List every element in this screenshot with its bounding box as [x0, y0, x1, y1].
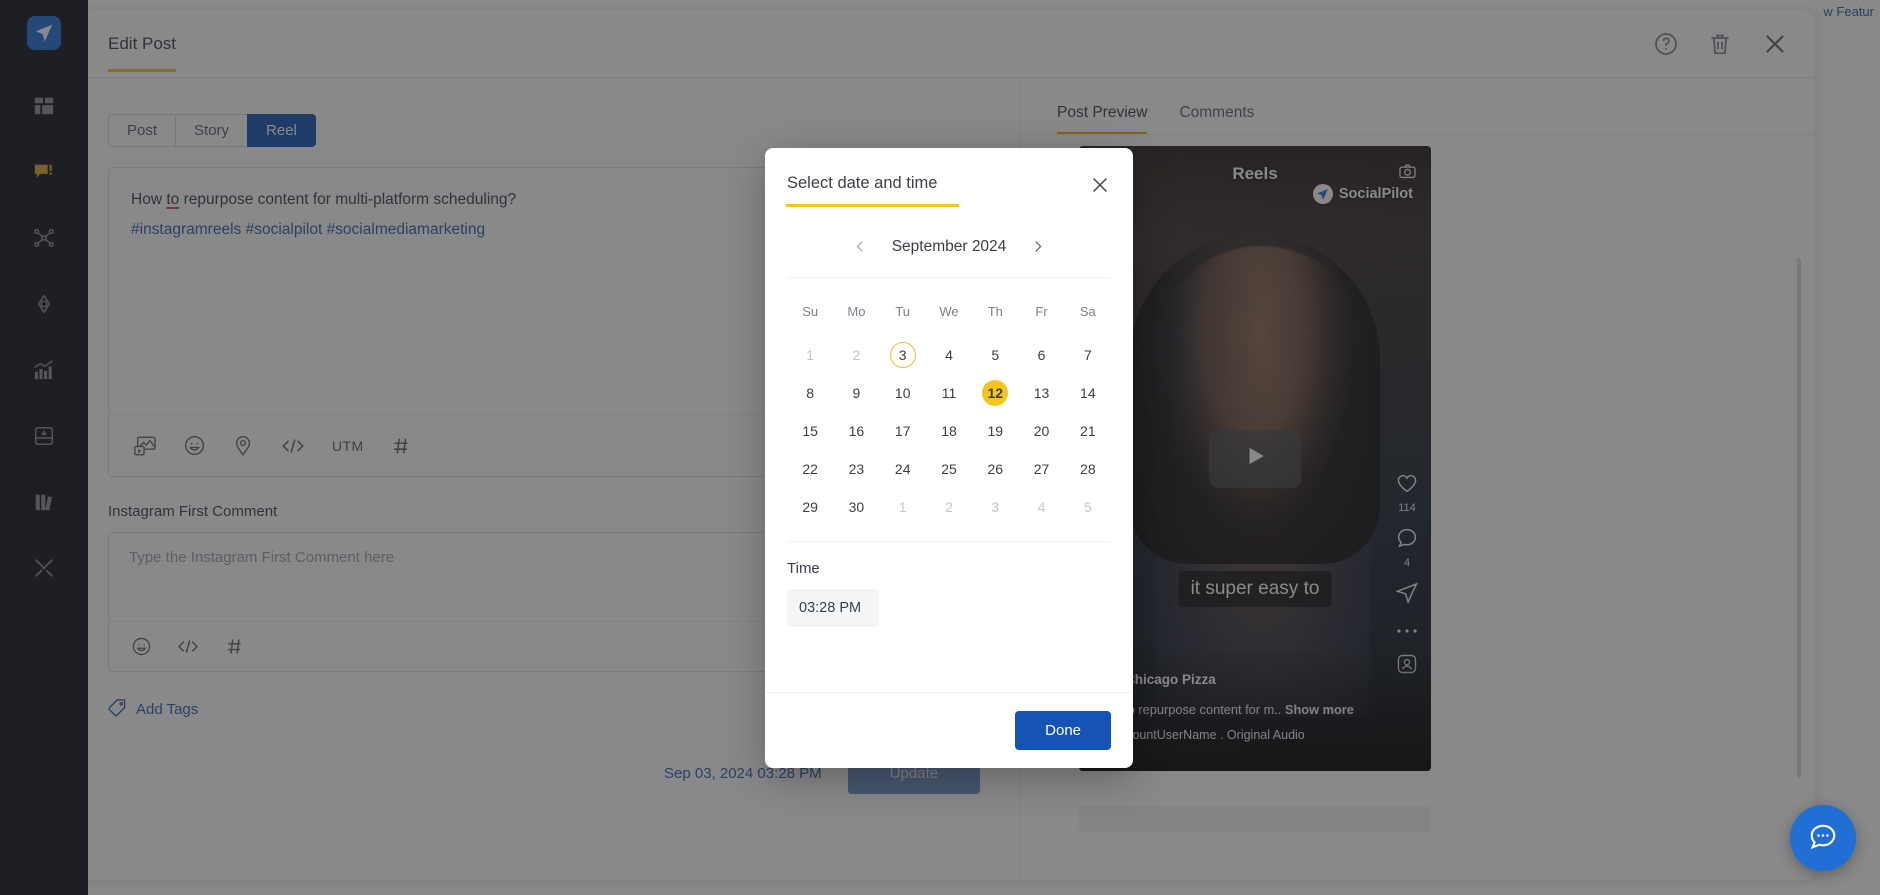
calendar-grid: SuMoTuWeThFrSa12345678910111213141516171…: [787, 278, 1111, 523]
calendar-day[interactable]: 30: [833, 491, 879, 523]
calendar-nav: September 2024: [787, 216, 1111, 278]
calendar-day-label: 2: [936, 494, 962, 520]
chevron-right-icon[interactable]: [1026, 235, 1049, 258]
calendar-day-label: 23: [843, 456, 869, 482]
calendar-day-label: 21: [1075, 418, 1101, 444]
calendar-day-label: 30: [843, 494, 869, 520]
calendar-day-label: 1: [797, 342, 823, 368]
modal-footer: Done: [765, 692, 1133, 768]
calendar-day-label: 8: [797, 380, 823, 406]
calendar-day[interactable]: 16: [833, 415, 879, 447]
calendar-month-label: September 2024: [892, 238, 1007, 256]
calendar-day-label: 27: [1029, 456, 1055, 482]
calendar-day-label: 1: [890, 494, 916, 520]
calendar-day: 1: [787, 339, 833, 371]
calendar-day-label: 29: [797, 494, 823, 520]
calendar-dow: Mo: [833, 294, 879, 333]
calendar-day: 2: [926, 491, 972, 523]
chat-support-button[interactable]: [1790, 805, 1856, 871]
calendar-day[interactable]: 28: [1065, 453, 1111, 485]
time-label: Time: [787, 560, 1111, 577]
close-icon[interactable]: [1089, 174, 1111, 201]
calendar-day-label: 6: [1029, 342, 1055, 368]
calendar-day-label: 5: [1075, 494, 1101, 520]
calendar-day[interactable]: 6: [1018, 339, 1064, 371]
calendar-day-label: 4: [1029, 494, 1055, 520]
calendar-day: 1: [880, 491, 926, 523]
chevron-left-icon[interactable]: [849, 235, 872, 258]
calendar-dow: Sa: [1065, 294, 1111, 333]
calendar-day-label: 9: [843, 380, 869, 406]
calendar-day[interactable]: 4: [926, 339, 972, 371]
calendar-day-label: 3: [982, 494, 1008, 520]
calendar-day-label: 4: [936, 342, 962, 368]
calendar-day[interactable]: 21: [1065, 415, 1111, 447]
calendar-day[interactable]: 23: [833, 453, 879, 485]
calendar-day-label: 17: [890, 418, 916, 444]
calendar-day-label: 20: [1029, 418, 1055, 444]
calendar-day-label: 18: [936, 418, 962, 444]
calendar-day-label: 15: [797, 418, 823, 444]
calendar-day[interactable]: 20: [1018, 415, 1064, 447]
calendar-day[interactable]: 15: [787, 415, 833, 447]
calendar-day: 3: [972, 491, 1018, 523]
calendar-dow: Fr: [1018, 294, 1064, 333]
calendar-day[interactable]: 10: [880, 377, 926, 409]
calendar-day[interactable]: 11: [926, 377, 972, 409]
calendar-day[interactable]: 3: [880, 339, 926, 371]
calendar-day[interactable]: 12: [972, 377, 1018, 409]
calendar-dow: Th: [972, 294, 1018, 333]
modal-title: Select date and time: [787, 174, 937, 207]
calendar-day-label: 5: [982, 342, 1008, 368]
calendar-day-label: 19: [982, 418, 1008, 444]
calendar-dow: Tu: [880, 294, 926, 333]
calendar-day[interactable]: 5: [972, 339, 1018, 371]
calendar-day[interactable]: 14: [1065, 377, 1111, 409]
done-button[interactable]: Done: [1015, 711, 1111, 750]
time-input[interactable]: [787, 589, 879, 627]
calendar-day-label: 24: [890, 456, 916, 482]
calendar-day[interactable]: 19: [972, 415, 1018, 447]
calendar-day[interactable]: 17: [880, 415, 926, 447]
calendar-day-label: 26: [982, 456, 1008, 482]
time-section: Time: [787, 541, 1111, 627]
calendar-day[interactable]: 9: [833, 377, 879, 409]
calendar-day[interactable]: 26: [972, 453, 1018, 485]
calendar-day-label: 28: [1075, 456, 1101, 482]
calendar-day[interactable]: 24: [880, 453, 926, 485]
calendar-day[interactable]: 29: [787, 491, 833, 523]
calendar-day[interactable]: 22: [787, 453, 833, 485]
calendar-day-label: 2: [843, 342, 869, 368]
calendar-day-label: 14: [1075, 380, 1101, 406]
calendar-day-label: 16: [843, 418, 869, 444]
calendar-day: 4: [1018, 491, 1064, 523]
calendar: September 2024 SuMoTuWeThFrSa12345678910…: [765, 216, 1133, 523]
modal-header: Select date and time: [765, 148, 1133, 216]
calendar-day[interactable]: 8: [787, 377, 833, 409]
calendar-day-label: 13: [1029, 380, 1055, 406]
select-date-time-modal: Select date and time September 2024 SuMo…: [765, 148, 1133, 768]
calendar-day-label: 10: [890, 380, 916, 406]
calendar-day: 2: [833, 339, 879, 371]
calendar-day-label: 12: [982, 380, 1008, 406]
calendar-day[interactable]: 27: [1018, 453, 1064, 485]
calendar-dow: We: [926, 294, 972, 333]
chat-support-icon: [1808, 821, 1838, 856]
calendar-day-label: 22: [797, 456, 823, 482]
calendar-day-label: 11: [936, 380, 962, 406]
calendar-dow: Su: [787, 294, 833, 333]
calendar-day: 5: [1065, 491, 1111, 523]
calendar-day[interactable]: 7: [1065, 339, 1111, 371]
calendar-day[interactable]: 18: [926, 415, 972, 447]
calendar-day-label: 25: [936, 456, 962, 482]
calendar-day-label: 7: [1075, 342, 1101, 368]
calendar-day[interactable]: 25: [926, 453, 972, 485]
calendar-day-label: 3: [890, 342, 916, 368]
calendar-day[interactable]: 13: [1018, 377, 1064, 409]
